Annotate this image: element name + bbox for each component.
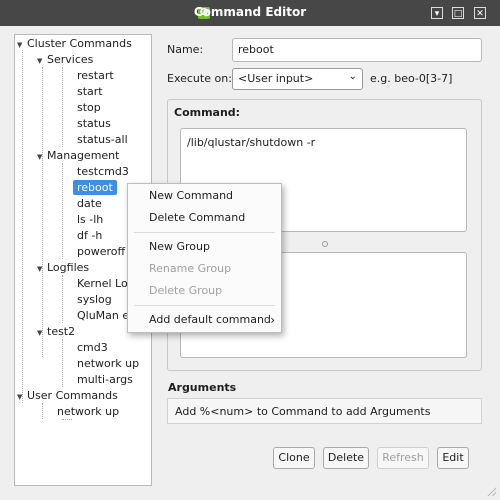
tree-item-df-h[interactable]: df -h — [77, 228, 102, 243]
tree-item-testcmd3[interactable]: testcmd3 — [77, 164, 129, 179]
title-bar: Q Command Editor ▾ □ ✕ — [0, 0, 500, 26]
delete-button[interactable]: Delete — [323, 447, 369, 469]
tree-item-syslog[interactable]: syslog — [77, 292, 112, 307]
tree-node-logfiles[interactable]: ▼ Logfiles — [37, 260, 89, 275]
tree-item-network-up[interactable]: network up — [77, 356, 139, 371]
menu-separator — [134, 305, 275, 306]
menu-item-new-group[interactable]: New Group — [128, 237, 281, 257]
chevron-down-icon[interactable]: ▼ — [37, 150, 47, 165]
command-value: /lib/qlustar/shutdown -r — [187, 136, 316, 149]
tree-line — [62, 419, 72, 420]
maximize-icon[interactable]: □ — [452, 7, 464, 19]
name-input[interactable]: reboot — [232, 38, 482, 62]
tree-node-cluster-commands[interactable]: ▼ Cluster Commands — [17, 36, 132, 51]
tree-line — [62, 67, 63, 147]
tree-line — [62, 163, 63, 259]
execute-on-example: e.g. beo-0[3-7] — [370, 72, 453, 85]
tree-item-poweroff[interactable]: poweroff — [77, 244, 125, 259]
tree-item-date[interactable]: date — [77, 196, 102, 211]
tree-line — [42, 403, 43, 419]
chevron-down-icon[interactable]: ▼ — [17, 390, 27, 405]
menu-item-delete-group[interactable]: Delete Group — [128, 281, 281, 301]
menu-separator — [134, 232, 275, 233]
tree-node-services[interactable]: ▼ Services — [37, 52, 93, 67]
arguments-label: Arguments — [168, 381, 237, 394]
splitter-handle[interactable] — [322, 241, 328, 247]
tree-item-reboot-selected[interactable]: reboot — [73, 180, 117, 195]
tree-item-ls-lh[interactable]: ls -lh — [77, 212, 103, 227]
tree-item-stop[interactable]: stop — [77, 100, 101, 115]
tree-item-multi-args[interactable]: multi-args — [77, 372, 133, 387]
menu-item-rename-group[interactable]: Rename Group — [128, 259, 281, 279]
edit-button[interactable]: Edit — [437, 447, 469, 469]
execute-on-select[interactable]: <User input> ⌄ — [232, 68, 363, 90]
tree-line — [42, 67, 43, 357]
tree-item-start[interactable]: start — [77, 84, 103, 99]
tree-item-status-all[interactable]: status-all — [77, 132, 128, 147]
chevron-down-icon: ⌄ — [348, 71, 357, 82]
tree-node-management[interactable]: ▼ Management — [37, 148, 119, 163]
context-menu: New Command Delete Command New Group Ren… — [127, 183, 282, 333]
tree-item-status[interactable]: status — [77, 116, 111, 131]
chevron-down-icon[interactable]: ▼ — [37, 326, 47, 341]
chevron-down-icon[interactable]: ▼ — [37, 262, 47, 277]
name-value: reboot — [238, 43, 274, 56]
execute-on-value: <User input> — [238, 72, 314, 85]
menu-item-add-default-command[interactable]: Add default command › — [128, 310, 281, 330]
chevron-right-icon: › — [270, 313, 275, 327]
tree-line — [22, 50, 23, 403]
menu-item-new-command[interactable]: New Command — [128, 186, 281, 206]
close-icon[interactable]: ✕ — [474, 7, 486, 19]
arguments-hint: Add %<num> to Command to add Arguments — [175, 405, 431, 418]
window-title: Command Editor — [193, 5, 307, 19]
add-default-label: Add default command — [149, 313, 271, 326]
tree-item-qluman[interactable]: QluMan e — [77, 308, 129, 323]
minimize-icon[interactable]: ▾ — [431, 7, 443, 19]
tree-node-test2[interactable]: ▼ test2 — [37, 324, 75, 339]
name-label: Name: — [167, 43, 204, 56]
menu-item-delete-command[interactable]: Delete Command — [128, 208, 281, 228]
tree-line — [62, 339, 63, 387]
execute-on-label: Execute on: — [167, 72, 232, 85]
tree-item-cmd3[interactable]: cmd3 — [77, 340, 108, 355]
clone-button[interactable]: Clone — [273, 447, 315, 469]
tree-node-user-commands[interactable]: ▼ User Commands — [17, 388, 118, 403]
resize-grip[interactable] — [487, 487, 496, 496]
tree-line — [62, 275, 63, 323]
refresh-button[interactable]: Refresh — [377, 447, 429, 469]
chevron-down-icon[interactable]: ▼ — [17, 38, 27, 53]
tree-item-user-network-up[interactable]: network up — [57, 404, 119, 419]
tree-item-kernel-log[interactable]: Kernel Lo — [77, 276, 128, 291]
arguments-panel: Add %<num> to Command to add Arguments — [167, 398, 482, 424]
chevron-down-icon[interactable]: ▼ — [37, 54, 47, 69]
tree-item-restart[interactable]: restart — [77, 68, 114, 83]
